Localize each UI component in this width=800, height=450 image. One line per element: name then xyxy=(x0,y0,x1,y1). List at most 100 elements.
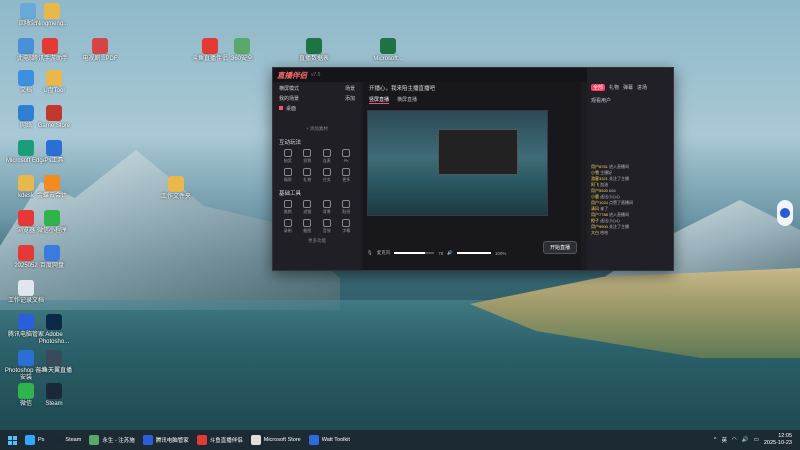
tools-item[interactable]: 背景 xyxy=(318,200,336,215)
windows-icon xyxy=(8,435,17,445)
tab-horizontal[interactable]: 横屏直播 xyxy=(397,96,417,104)
scene-label[interactable]: 场景 xyxy=(345,85,355,92)
chat-text: 送出小心心 xyxy=(600,194,621,199)
chat-user[interactable]: 清风 xyxy=(591,206,599,211)
desktop-icon-jinshan[interactable]: 金蝶云会计 xyxy=(28,175,76,200)
chrome-icon xyxy=(234,38,250,54)
chat-list: 用户8761 进入直播间 小雪 主播好 游客3321 关注了主播 阿飞 加油 用户552… xyxy=(591,164,669,236)
speaker-icon[interactable]: 🔊 xyxy=(447,250,453,256)
desktop-icon-label: Adobe Photosho... xyxy=(38,332,70,345)
taskbar-app[interactable]: 腾讯电脑管家 xyxy=(139,430,193,450)
floating-assistant-icon[interactable] xyxy=(777,200,793,226)
interact-item[interactable]: 福袋 xyxy=(279,168,297,183)
left-panel: 横屏模式 场景 我的场景 添加 桌面 + 添加素材 互动玩法 抽奖 投票 连麦 PK 福… xyxy=(273,82,361,270)
mic-slider[interactable] xyxy=(394,252,435,254)
desktop-icon-steam[interactable]: Steam xyxy=(30,383,78,408)
clock[interactable]: 12:05 2025-10-23 xyxy=(764,433,792,447)
chat-text: 进入直播间 xyxy=(609,164,630,169)
ime-indicator[interactable]: 英 xyxy=(721,436,727,444)
desktop-icon-bdwp[interactable]: 百度网盘 xyxy=(28,245,76,270)
chat-user[interactable]: 用户8761 xyxy=(591,164,608,169)
chat-text: 666 xyxy=(609,188,616,193)
chat-user[interactable]: 游客3321 xyxy=(591,176,608,181)
interact-item[interactable]: 更多 xyxy=(338,168,356,183)
tools-item[interactable]: 录制 xyxy=(279,219,297,234)
tool-label: 美颜 xyxy=(283,209,292,214)
tool-icon xyxy=(283,219,292,227)
desktop-icon-tencent[interactable]: 腾讯手游助手 xyxy=(26,38,74,63)
interact-item[interactable]: 投票 xyxy=(299,149,317,164)
more-tools-button[interactable]: 更多功能 xyxy=(279,238,355,244)
taskbar-app-label: Watt Toolkit xyxy=(321,437,350,443)
live-preview[interactable] xyxy=(367,110,548,216)
add-scene-button[interactable]: 添加 xyxy=(345,95,355,102)
chat-user[interactable]: 小鹿 xyxy=(591,194,599,199)
start-live-button[interactable]: 开始直播 xyxy=(542,241,577,254)
tab-danmu[interactable]: 弹幕 xyxy=(623,84,633,91)
desktop-icon-wechat-win[interactable]: 微信小程序 xyxy=(28,210,76,235)
tab-vertical[interactable]: 竖屏直播 xyxy=(369,96,390,104)
desktop-icon-photoshop[interactable]: Adobe Photosho... xyxy=(30,314,78,346)
tools-item[interactable]: 美颜 xyxy=(279,200,297,215)
desktop-icon-chrome[interactable]: 360安全 xyxy=(218,38,266,63)
chat-user[interactable]: 小雪 xyxy=(591,170,599,175)
interact-item[interactable]: PK xyxy=(338,149,356,164)
tools-item[interactable]: 音效 xyxy=(318,219,336,234)
taskbar-app[interactable]: Steam xyxy=(48,430,85,450)
mode-dropdown[interactable]: 横屏模式 xyxy=(279,85,299,92)
interact-item[interactable]: 连麦 xyxy=(318,149,336,164)
battery-icon[interactable]: ▭ xyxy=(754,437,759,443)
desktop-icon-excel[interactable]: 直播数据表 xyxy=(290,38,338,63)
tools-item[interactable]: 截图 xyxy=(299,219,317,234)
start-button[interactable] xyxy=(4,430,21,450)
desktop-icon-txt[interactable]: 工作记录文档 xyxy=(2,280,50,305)
taskbar-app[interactable]: Ps xyxy=(21,430,48,450)
desktop-icon-sky[interactable]: 斗鱼天翼直播 xyxy=(30,350,78,375)
desktop-icon-gamebox[interactable]: Game Store xyxy=(30,105,78,130)
tab-entry[interactable]: 进场 xyxy=(637,84,647,91)
chat-user[interactable]: 大白 xyxy=(591,230,599,235)
preview-panel: 开播心，我来陪主播直播吧 竖屏直播 横屏直播 🎙 麦克风 78 🔊 100% 开… xyxy=(363,82,581,270)
tool-icon xyxy=(283,168,292,176)
interact-item[interactable]: 礼物 xyxy=(299,168,317,183)
chat-text: 进入直播间 xyxy=(609,212,630,217)
desktop-icon-excel2[interactable]: Microsoft... xyxy=(364,38,412,63)
tool-icon xyxy=(342,149,351,157)
chat-user[interactable]: 用户5520 xyxy=(591,188,608,193)
desktop-icon-ningmeng[interactable]: Ningmeng... xyxy=(28,3,76,28)
excel2-icon xyxy=(380,38,396,54)
taskbar-app[interactable]: 永生 - 注苏施 xyxy=(85,430,138,450)
source-item[interactable]: 桌面 xyxy=(286,105,296,112)
taskbar-app[interactable]: 斗鱼直播伴侣 xyxy=(193,430,247,450)
desktop-icon-ps1[interactable]: Ps工具 xyxy=(30,140,78,165)
desktop-icon-label: 直播数据表 xyxy=(298,56,329,62)
my-scenes-tab[interactable]: 我的场景 xyxy=(279,95,299,102)
chat-user[interactable]: 用户1024 xyxy=(591,200,608,205)
tools-item[interactable]: 滤镜 xyxy=(299,200,317,215)
volume-icon[interactable]: 🔊 xyxy=(742,437,749,443)
add-source-button[interactable]: + 添加素材 xyxy=(279,126,355,132)
chat-user[interactable]: 橙子 xyxy=(591,218,599,223)
tool-label: 福袋 xyxy=(283,177,292,182)
viewers-title: 观看用户 xyxy=(591,98,612,104)
desktop-volume-slider[interactable] xyxy=(456,252,491,254)
interact-item[interactable]: 任务 xyxy=(318,168,336,183)
mic-icon[interactable]: 🎙 xyxy=(367,250,373,256)
chevron-up-icon[interactable]: ^ xyxy=(714,437,717,443)
interact-item[interactable]: 抽奖 xyxy=(279,149,297,164)
tab-all[interactable]: 全部 xyxy=(591,84,606,91)
desktop-icon-folder-mid[interactable]: 工作文件夹 xyxy=(152,176,200,201)
tools-item[interactable]: 贴纸 xyxy=(338,200,356,215)
taskbar-app[interactable]: Watt Toolkit xyxy=(305,430,354,450)
chat-user[interactable]: 用户7788 xyxy=(591,212,608,217)
interact-title: 互动玩法 xyxy=(279,140,302,146)
wifi-icon[interactable]: ◠ xyxy=(732,437,737,443)
tab-gifts[interactable]: 礼物 xyxy=(609,84,619,91)
chat-user[interactable]: 阿飞 xyxy=(591,182,599,187)
tools-item[interactable]: 字幕 xyxy=(338,219,356,234)
streaming-app-window[interactable]: 直播伴侣 v7.5 — ▢ ✕ 横屏模式 场景 我的场景 添加 桌面 + 添加素… xyxy=(272,67,674,271)
desktop-icon-ufile[interactable]: U盘Tool xyxy=(30,70,78,95)
chat-user[interactable]: 用户9900 xyxy=(591,224,608,229)
desktop-icon-pdf[interactable]: 电视剧...PDF xyxy=(76,38,124,63)
taskbar-app[interactable]: Microsoft Store xyxy=(247,430,305,450)
